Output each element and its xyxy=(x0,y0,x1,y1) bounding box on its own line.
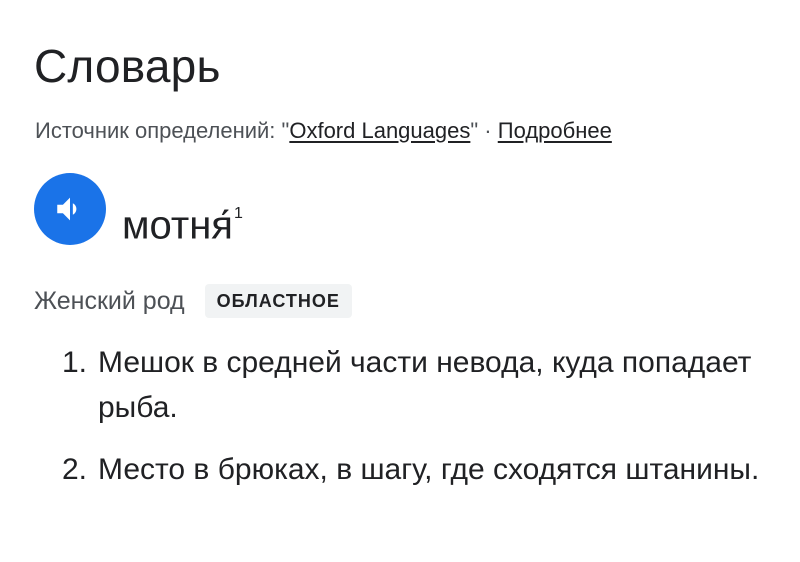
part-of-speech: Женский род xyxy=(34,287,185,315)
definition-item: 1. Мешок в средней части невода, куда по… xyxy=(62,340,762,430)
headword-homonym-number: 1 xyxy=(233,205,243,222)
headword: мотня́1 xyxy=(122,196,243,249)
definitions-list: 1. Мешок в средней части невода, куда по… xyxy=(62,340,762,509)
definition-text: Мешок в средней части невода, куда попад… xyxy=(98,346,752,424)
dictionary-card: Словарь Источник определений: "Oxford La… xyxy=(0,0,800,562)
definition-number: 2. xyxy=(62,453,88,486)
headword-text: мотня́ xyxy=(122,203,233,248)
definition-number: 1. xyxy=(62,346,88,379)
definition-text: Место в брюках, в шагу, где сходятся шта… xyxy=(98,453,760,486)
speaker-icon xyxy=(53,192,87,226)
more-link[interactable]: Подробнее xyxy=(498,118,612,143)
dictionary-title: Словарь xyxy=(34,40,221,92)
source-suffix: " · xyxy=(470,118,498,143)
pronunciation-audio-button[interactable] xyxy=(34,173,106,245)
source-prefix: Источник определений: " xyxy=(35,118,290,143)
definition-source: Источник определений: "Oxford Languages"… xyxy=(35,116,612,146)
definition-item: 2. Место в брюках, в шагу, где сходятся … xyxy=(62,447,762,492)
usage-label-badge: ОБЛАСТНОЕ xyxy=(204,284,352,318)
grammar-row: Женский род ОБЛАСТНОЕ xyxy=(34,284,352,318)
oxford-languages-link[interactable]: Oxford Languages xyxy=(289,118,470,143)
